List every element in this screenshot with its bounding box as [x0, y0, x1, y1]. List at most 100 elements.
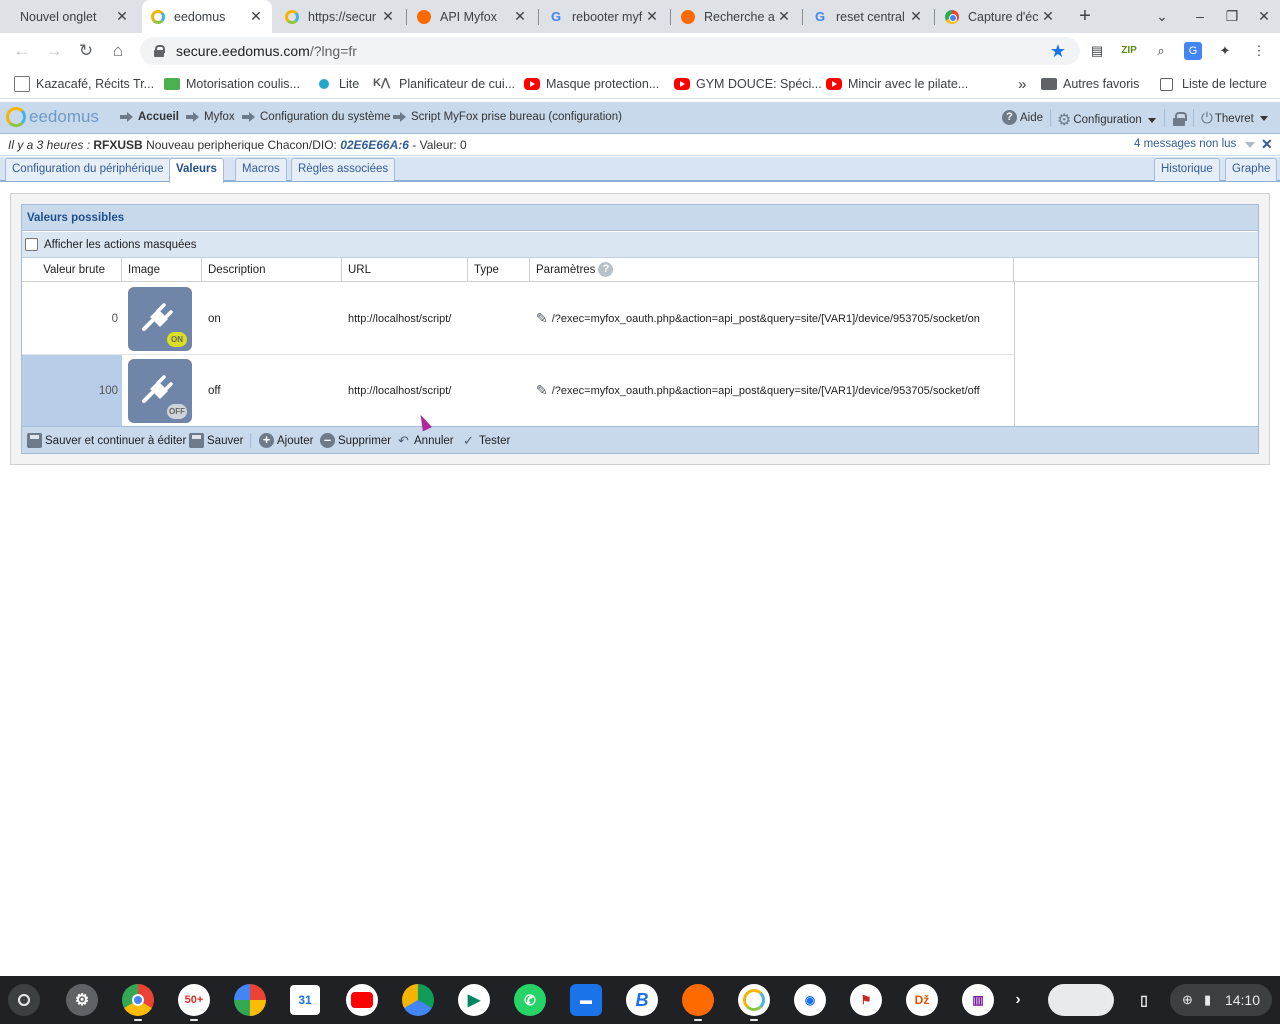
- files-app-icon[interactable]: ▬: [570, 984, 602, 1016]
- shelf-overflow-icon[interactable]: ›: [1006, 984, 1030, 1016]
- browser-tab-new-tab[interactable]: Nouvel onglet ✕: [12, 0, 138, 33]
- add-button[interactable]: + Ajouter: [259, 433, 313, 448]
- image-cell[interactable]: ON: [122, 283, 202, 354]
- breadcrumb-system-config[interactable]: Configuration du système: [242, 111, 390, 123]
- browser-tab-rebooter[interactable]: G rebooter myf ✕: [540, 0, 668, 33]
- status-tray[interactable]: ⊕ ▮ 14:10: [1170, 984, 1272, 1016]
- close-icon[interactable]: ✕: [908, 8, 924, 25]
- close-icon[interactable]: ✕: [380, 8, 396, 25]
- chrome-app-icon[interactable]: [122, 984, 154, 1021]
- browser-tab-reset[interactable]: G reset central ✕: [804, 0, 932, 33]
- minimize-icon[interactable]: –: [1190, 6, 1210, 26]
- tab-macros[interactable]: Macros: [235, 158, 287, 181]
- puzzle-icon[interactable]: ✦: [1216, 42, 1234, 60]
- close-icon[interactable]: ✕: [114, 8, 130, 25]
- column-header-url[interactable]: URL: [342, 258, 468, 282]
- drive-app-icon[interactable]: [402, 984, 434, 1016]
- photos-app-icon[interactable]: [234, 984, 266, 1016]
- browser-tab-eedomus[interactable]: eedomus ✕: [142, 0, 272, 33]
- tab-history[interactable]: Historique: [1154, 158, 1220, 181]
- tab-values[interactable]: Valeurs: [169, 158, 224, 183]
- translate-icon[interactable]: G: [1184, 42, 1202, 60]
- bookmark-item[interactable]: Mincir avec le pilate...: [826, 75, 968, 93]
- pencil-icon[interactable]: ✎: [536, 382, 548, 399]
- tab-device-config[interactable]: Configuration du périphérique: [5, 158, 171, 181]
- reading-list-button[interactable]: Liste de lecture: [1160, 75, 1267, 93]
- close-icon[interactable]: ✕: [248, 8, 264, 25]
- gmail-app-icon[interactable]: 50+: [178, 984, 210, 1021]
- close-icon[interactable]: ✕: [776, 8, 792, 25]
- lock-button[interactable]: [1173, 112, 1187, 126]
- help-icon[interactable]: ?: [598, 262, 614, 278]
- phone-hub-icon[interactable]: ▯: [1128, 984, 1160, 1016]
- tab-search-button[interactable]: ⌄: [1152, 6, 1172, 26]
- whatsapp-app-icon[interactable]: ✆: [514, 984, 546, 1016]
- test-button[interactable]: ✓ Tester: [461, 433, 510, 448]
- tab-rules[interactable]: Règles associées: [291, 158, 396, 181]
- notification-message[interactable]: Il y a 3 heures : RFXUSB Nouveau periphe…: [8, 138, 467, 152]
- home-icon[interactable]: ⌂: [107, 40, 129, 62]
- restore-icon[interactable]: ❐: [1222, 6, 1242, 26]
- eedomus-logo[interactable]: eedomus: [6, 107, 99, 127]
- equalizer-app-icon[interactable]: ▥: [962, 984, 994, 1016]
- browser-tab-capture[interactable]: Capture d'éc ✕: [936, 0, 1064, 33]
- bookmark-item[interactable]: Lite: [316, 75, 359, 93]
- bookmark-item[interactable]: Masque protection...: [524, 75, 659, 93]
- firefox-app-icon[interactable]: [682, 984, 714, 1021]
- bookmark-star-icon[interactable]: ★: [1050, 41, 1066, 62]
- table-row[interactable]: 0 ON on http://localhost/script/ ✎ /?exe…: [22, 283, 1014, 355]
- search-icon[interactable]: ⌕: [1152, 42, 1170, 60]
- column-header-description[interactable]: Description: [202, 258, 342, 282]
- tab-graph[interactable]: Graphe: [1225, 158, 1278, 181]
- table-row[interactable]: 100 OFF off http://localhost/script/ ✎ /…: [22, 355, 1014, 427]
- calendar-app-icon[interactable]: 31: [290, 985, 320, 1015]
- cat-app-icon[interactable]: ǅ: [906, 984, 938, 1016]
- cancel-button[interactable]: ↶ Annuler: [396, 433, 454, 448]
- column-header-raw-value[interactable]: Valeur brute: [22, 258, 122, 282]
- back-icon[interactable]: ←: [11, 40, 33, 62]
- breadcrumb-script-config[interactable]: Script MyFox prise bureau (configuration…: [393, 111, 622, 123]
- kebab-menu-icon[interactable]: ⋮: [1250, 42, 1268, 60]
- column-header-image[interactable]: Image: [122, 258, 202, 282]
- lock-icon[interactable]: [154, 45, 165, 57]
- help-button[interactable]: ? Aide: [1002, 110, 1043, 125]
- other-bookmarks-folder[interactable]: Autres favoris: [1041, 75, 1139, 93]
- b-app-icon[interactable]: B: [626, 984, 658, 1016]
- breadcrumb-home[interactable]: Accueil: [120, 111, 179, 123]
- close-icon[interactable]: ✕: [1040, 8, 1056, 25]
- settings-app-icon[interactable]: ⚙: [66, 984, 98, 1016]
- bookmarks-overflow-button[interactable]: »: [1018, 75, 1026, 93]
- play-store-app-icon[interactable]: ▶: [458, 984, 490, 1016]
- forward-icon[interactable]: →: [43, 40, 65, 62]
- youtube-app-icon[interactable]: [346, 984, 378, 1016]
- user-menu[interactable]: ⏻ Thevret: [1201, 110, 1268, 127]
- save-button[interactable]: Sauver: [189, 433, 243, 448]
- bookmark-item[interactable]: Motorisation coulis...: [164, 75, 300, 93]
- browser-tab-recherche[interactable]: Recherche a ✕: [672, 0, 800, 33]
- close-window-icon[interactable]: ✕: [1254, 6, 1274, 26]
- unread-messages-link[interactable]: 4 messages non lus: [1134, 138, 1236, 150]
- close-icon[interactable]: ✕: [644, 8, 660, 25]
- extension-icon[interactable]: ▤: [1088, 42, 1106, 60]
- new-tab-button[interactable]: +: [1074, 5, 1096, 27]
- bookmark-item[interactable]: Kazacafé, Récits Tr...: [14, 75, 154, 93]
- holding-space-icon[interactable]: [1048, 984, 1114, 1016]
- close-icon[interactable]: ✕: [1261, 136, 1273, 153]
- browser-tab-secure[interactable]: https://secur ✕: [276, 0, 404, 33]
- close-icon[interactable]: ✕: [512, 8, 528, 25]
- flag-app-icon[interactable]: ⚑: [850, 984, 882, 1016]
- show-hidden-actions-label[interactable]: Afficher les actions masquées: [44, 239, 197, 251]
- configuration-menu[interactable]: ⚙ Configuration: [1057, 110, 1156, 130]
- bookmark-item[interactable]: GYM DOUCE: Spéci...: [674, 75, 822, 93]
- reload-icon[interactable]: ↻: [75, 40, 97, 62]
- bookmark-item[interactable]: K⋀ Planificateur de cui...: [373, 75, 515, 93]
- show-hidden-actions-checkbox[interactable]: [25, 238, 38, 251]
- zip-extension-icon[interactable]: ZIP: [1120, 42, 1138, 60]
- launcher-icon[interactable]: [8, 984, 40, 1016]
- breadcrumb-myfox[interactable]: Myfox: [186, 111, 235, 123]
- delete-button[interactable]: – Supprimer: [320, 433, 391, 448]
- map-app-icon[interactable]: ◉: [794, 984, 826, 1016]
- image-cell[interactable]: OFF: [122, 355, 202, 426]
- pencil-icon[interactable]: ✎: [536, 310, 548, 327]
- browser-tab-api-myfox[interactable]: API Myfox ✕: [408, 0, 536, 33]
